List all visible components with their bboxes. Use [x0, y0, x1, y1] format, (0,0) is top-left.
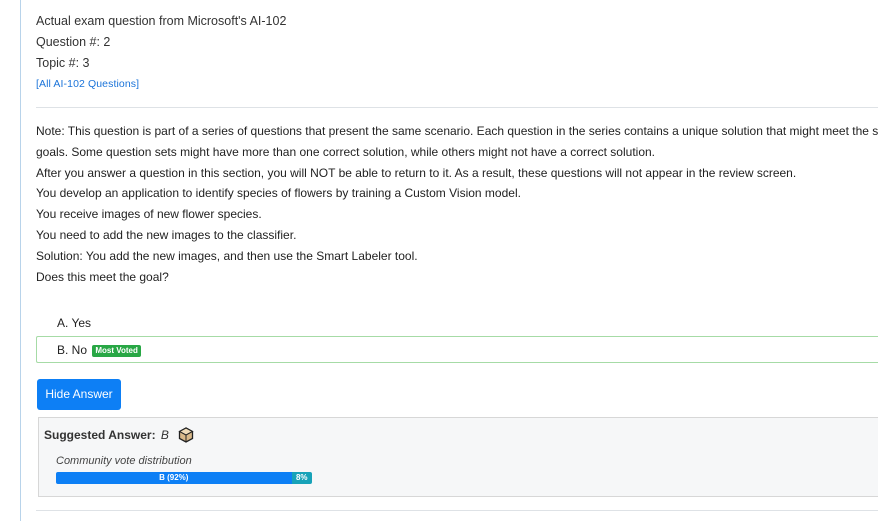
question-line: After you answer a question in this sect… — [36, 165, 797, 180]
hide-answer-button[interactable]: Hide Answer — [37, 379, 121, 410]
left-border-line — [20, 0, 21, 521]
question-number: Question #: 2 — [36, 35, 111, 49]
suggested-answer: Suggested Answer: B — [44, 427, 194, 446]
exam-question-page: Actual exam question from Microsoft's AI… — [0, 0, 878, 521]
question-card: Actual exam question from Microsoft's AI… — [36, 0, 878, 497]
question-line: You need to add the new images to the cl… — [36, 227, 297, 242]
exam-title: Actual exam question from Microsoft's AI… — [36, 14, 287, 28]
question-line: Note: This question is part of a series … — [36, 124, 878, 138]
hexagon-box-icon[interactable] — [178, 427, 194, 446]
question-text: Note: This question is part of a series … — [36, 121, 878, 287]
question-line: goals. Some question sets might have mor… — [36, 144, 655, 159]
topic-number: Topic #: 3 — [36, 56, 90, 70]
answer-choices: A. Yes B. No Most Voted — [36, 309, 878, 363]
comment-header-partial — [40, 514, 280, 521]
question-line: You receive images of new flower species… — [36, 207, 262, 222]
vote-segment-b: B (92%) — [56, 472, 292, 484]
choice-a[interactable]: A. Yes — [36, 309, 878, 336]
all-questions-link[interactable]: [All AI-102 Questions] — [36, 78, 139, 90]
choice-label: B. No — [57, 343, 88, 357]
question-line: You develop an application to identify s… — [36, 186, 521, 201]
community-vote-label: Community vote distribution — [56, 455, 192, 467]
community-vote-bar: B (92%) 8% — [56, 472, 312, 484]
comments-divider — [36, 510, 878, 511]
suggested-answer-box: Suggested Answer: B Community vote distr… — [38, 417, 878, 497]
vote-segment-other: 8% — [291, 472, 312, 484]
choice-b[interactable]: B. No Most Voted — [36, 336, 878, 363]
header-divider — [36, 107, 878, 108]
suggested-answer-value: B — [160, 428, 169, 442]
question-line: Solution: You add the new images, and th… — [36, 248, 418, 263]
suggested-answer-label: Suggested Answer: — [44, 428, 156, 442]
choice-label: A. Yes — [57, 316, 92, 330]
question-line: Does this meet the goal? — [36, 269, 169, 284]
most-voted-badge: Most Voted — [92, 345, 141, 357]
